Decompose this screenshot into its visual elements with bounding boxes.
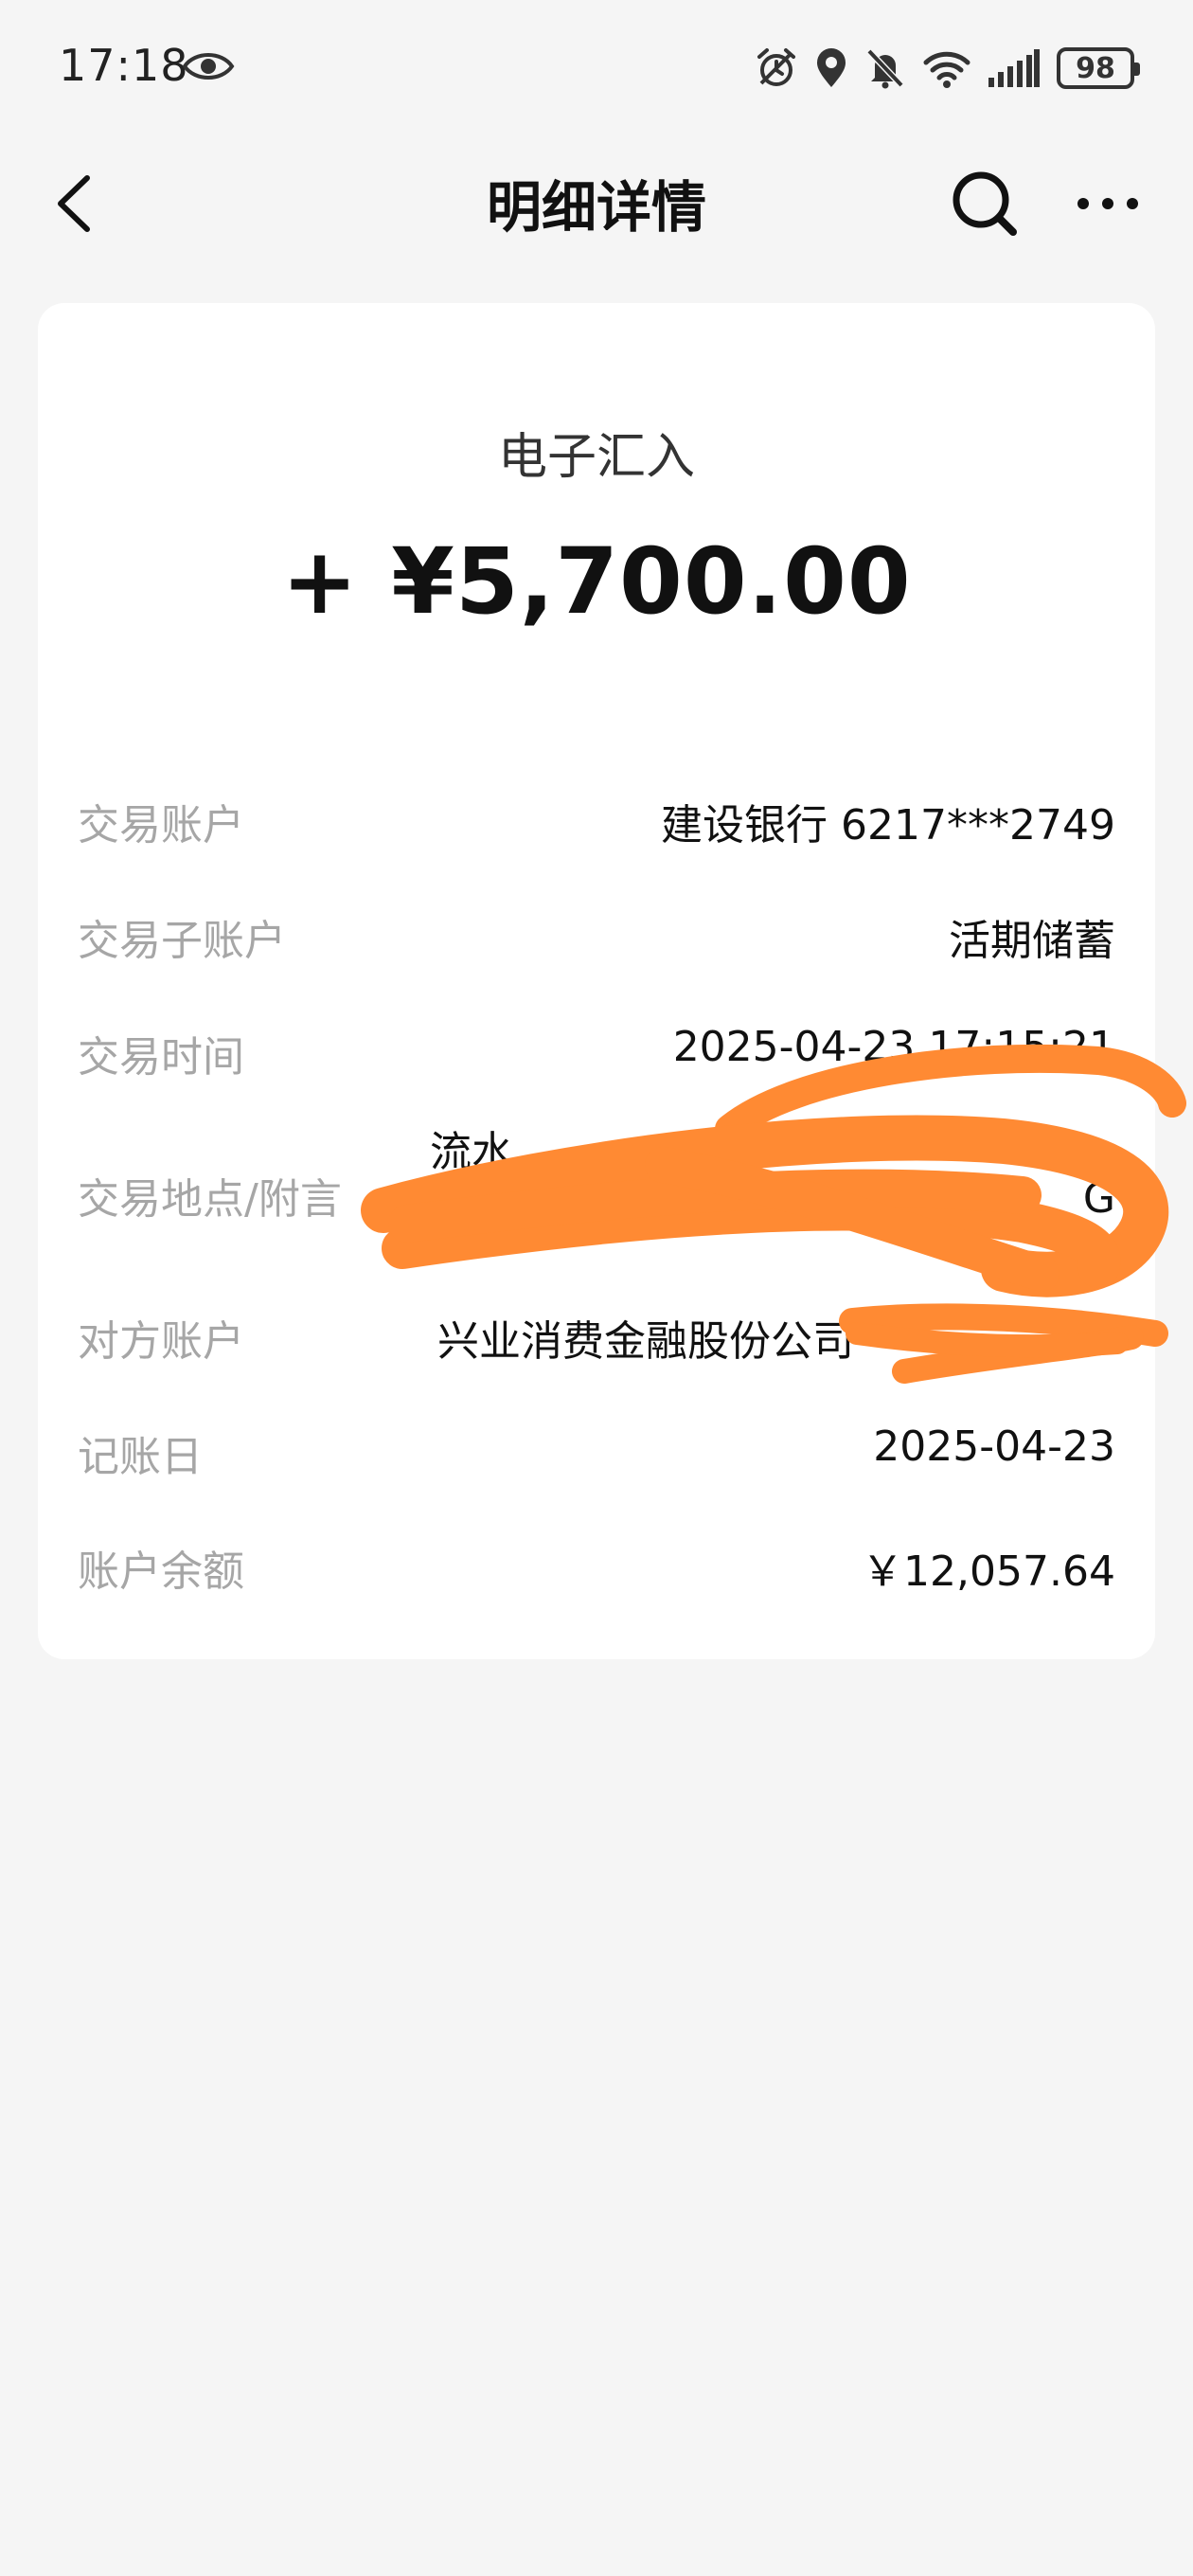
posting-date-label: 记账日 [78,1433,203,1481]
balance-value: ￥12,057.64 [862,1547,1115,1596]
time-value: 2025-04-23 17:15:21 [672,1023,1115,1071]
location-line-2: G [1082,1174,1115,1223]
wifi-icon [923,51,970,88]
account-label: 交易账户 [78,801,244,850]
status-bar: 17:18 98 [0,0,1193,133]
detail-row-location: 交易地点/附言 流水 G [78,1128,1115,1241]
alarm-icon [757,48,795,86]
transaction-card: 电子汇入 + ¥5,700.00 交易账户 建设银行 6217***2749 交… [38,303,1155,1659]
detail-row-sub-account: 交易子账户 活期储蓄 [78,906,1115,982]
detail-row-posting-date: 记账日 2025-04-23 [78,1422,1115,1498]
counterparty-value: 兴业消费金融股份公司 [437,1317,854,1366]
sub-account-value: 活期储蓄 [949,917,1115,965]
sub-account-label: 交易子账户 [78,917,286,965]
mute-icon [866,48,904,89]
battery-icon: 98 [1057,47,1140,89]
detail-row-time: 交易时间 2025-04-23 17:15:21 [78,1023,1115,1099]
posting-date-value: 2025-04-23 [873,1422,1115,1471]
signal-icon [988,49,1040,87]
counterparty-label: 对方账户 [78,1317,244,1366]
transaction-amount: + ¥5,700.00 [281,528,912,635]
transaction-type: 电子汇入 [497,429,695,486]
status-icons: 98 [756,42,1140,95]
search-icon[interactable] [947,166,1023,242]
detail-row-balance: 账户余额 ￥12,057.64 [78,1537,1115,1613]
account-value: 建设银行 6217***2749 [661,801,1115,850]
time-label: 交易时间 [78,1033,244,1082]
location-label: 交易地点/附言 [78,1175,342,1224]
detail-row-counterparty: 对方账户 兴业消费金融股份公司 [78,1307,1115,1383]
nav-bar: 明细详情 [0,142,1193,256]
eye-icon [182,53,235,80]
location-line-1: 流水 [430,1128,513,1176]
status-time: 17:18 [59,40,189,91]
location-value: 流水 G [430,1118,1115,1241]
battery-level: 98 [1076,51,1115,85]
more-icon[interactable] [1070,175,1146,232]
detail-row-account: 交易账户 建设银行 6217***2749 [78,791,1115,867]
location-icon [817,48,846,87]
balance-label: 账户余额 [78,1547,244,1596]
